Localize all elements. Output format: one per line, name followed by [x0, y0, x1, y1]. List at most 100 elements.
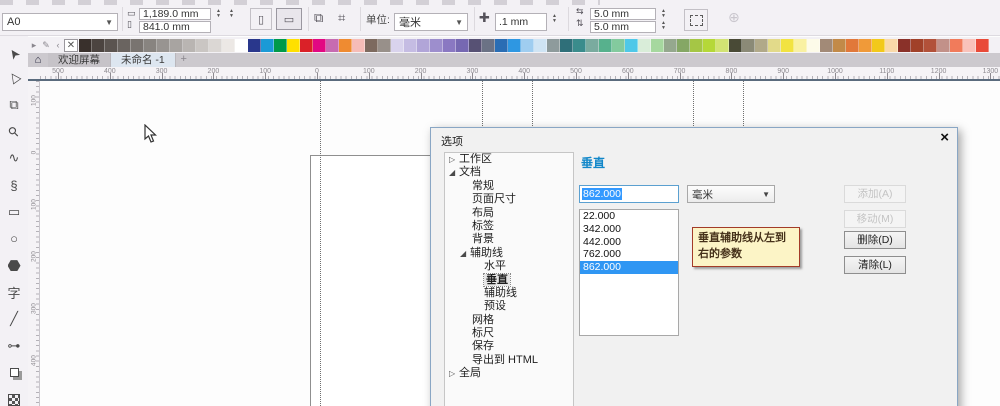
palette-swatch[interactable]	[924, 38, 937, 52]
tree-item-布局[interactable]: 布局	[445, 207, 573, 220]
palette-swatch[interactable]	[92, 38, 105, 52]
tree-item-标尺[interactable]: 标尺	[445, 327, 573, 340]
horizontal-ruler[interactable]: 500 400 300 200 100 0 100 200 300 400 500 600 700 800…	[40, 67, 1000, 81]
palette-swatch[interactable]	[170, 38, 183, 52]
palette-swatch[interactable]	[261, 38, 274, 52]
home-icon[interactable]: ⌂	[28, 53, 48, 67]
palette-swatch[interactable]	[586, 38, 599, 52]
guideline-position-input[interactable]: 862.000	[579, 185, 679, 203]
palette-swatch[interactable]	[625, 38, 638, 52]
crop-tool[interactable]: ⧉	[3, 94, 25, 116]
guideline-list-item[interactable]: 862.000	[580, 261, 678, 274]
palette-swatch[interactable]	[300, 38, 313, 52]
current-page-icon[interactable]: ⌗	[338, 10, 345, 26]
palette-swatch[interactable]	[859, 38, 872, 52]
nudge-spinner[interactable]: ▲ ▼	[549, 14, 560, 24]
page-preset-combo[interactable]: A0 ▼	[2, 13, 118, 31]
shape-tool[interactable]: ▷	[3, 67, 25, 89]
palette-edit-icon[interactable]: ✎	[40, 40, 52, 51]
palette-swatch[interactable]	[547, 38, 560, 52]
tree-item-预设[interactable]: 预设	[445, 300, 573, 313]
tree-item-全局[interactable]: ▷ 全局	[445, 367, 573, 380]
palette-swatch[interactable]	[287, 38, 300, 52]
palette-swatch[interactable]	[781, 38, 794, 52]
guideline-list-item[interactable]: 442.000	[580, 236, 678, 249]
palette-swatch[interactable]	[248, 38, 261, 52]
nudge-field[interactable]: .1 mm	[495, 13, 547, 31]
duplicate-x-field[interactable]: 5.0 mm	[590, 8, 656, 20]
polygon-tool[interactable]	[3, 255, 25, 277]
close-icon[interactable]: ×	[940, 130, 949, 146]
palette-swatch[interactable]	[820, 38, 833, 52]
palette-swatch[interactable]	[196, 38, 209, 52]
palette-swatch[interactable]	[638, 38, 651, 52]
palette-swatch[interactable]	[690, 38, 703, 52]
palette-swatch[interactable]	[495, 38, 508, 52]
palette-swatch[interactable]	[599, 38, 612, 52]
guideline-unit-combo[interactable]: 毫米 ▼	[687, 185, 775, 203]
no-color-swatch[interactable]: ✕	[64, 38, 78, 52]
palette-swatch[interactable]	[937, 38, 950, 52]
palette-swatch[interactable]	[482, 38, 495, 52]
palette-swatch[interactable]	[703, 38, 716, 52]
portrait-button[interactable]: ▯	[250, 8, 272, 30]
palette-swatch[interactable]	[209, 38, 222, 52]
palette-swatch[interactable]	[118, 38, 131, 52]
vertical-ruler[interactable]: 100 0 100 200 300 400	[28, 81, 40, 406]
clear-button[interactable]: 清除(L)	[844, 256, 906, 274]
palette-swatch[interactable]	[508, 38, 521, 52]
palette-swatch[interactable]	[885, 38, 898, 52]
freehand-tool[interactable]: ∿	[3, 147, 25, 169]
palette-swatch[interactable]	[872, 38, 885, 52]
tree-item-垂直[interactable]: 垂直	[445, 272, 573, 287]
palette-swatch[interactable]	[976, 38, 989, 52]
palette-swatch[interactable]	[404, 38, 417, 52]
palette-swatch[interactable]	[664, 38, 677, 52]
palette-swatch[interactable]	[560, 38, 573, 52]
guideline-list[interactable]: 22.000 342.000 442.000 762.000 862.000	[579, 209, 679, 336]
palette-swatch[interactable]	[534, 38, 547, 52]
palette-swatch[interactable]	[833, 38, 846, 52]
guideline-list-item[interactable]: 762.000	[580, 248, 678, 261]
palette-swatch[interactable]	[105, 38, 118, 52]
units-combo[interactable]: 毫米 ▼	[394, 13, 468, 31]
tree-expander-icon[interactable]: ◢	[460, 247, 470, 260]
landscape-button[interactable]: ▭	[276, 8, 302, 30]
tab-welcome-screen[interactable]: 欢迎屏幕	[48, 53, 111, 67]
text-tool[interactable]: 字	[3, 281, 25, 303]
palette-swatch[interactable]	[235, 38, 248, 52]
vertical-guideline[interactable]	[320, 81, 321, 406]
tree-item-工作区[interactable]: ▷ 工作区	[445, 153, 573, 166]
delete-button[interactable]: 删除(D)	[844, 231, 906, 249]
palette-swatch[interactable]	[339, 38, 352, 52]
tree-item-辅助线[interactable]: 辅助线	[445, 287, 573, 300]
pick-tool[interactable]: ➤	[3, 43, 25, 65]
page-height-field[interactable]: 841.0 mm	[139, 21, 211, 33]
palette-swatch[interactable]	[950, 38, 963, 52]
dimension-tool[interactable]: ╱	[3, 308, 25, 330]
guideline-list-item[interactable]: 342.000	[580, 223, 678, 236]
palette-swatch[interactable]	[222, 38, 235, 52]
tree-item-辅助线[interactable]: ◢ 辅助线	[445, 247, 573, 260]
tree-item-页面尺寸[interactable]: 页面尺寸	[445, 193, 573, 206]
duplicate-y-spinner[interactable]: ▲ ▼	[658, 21, 669, 31]
palette-swatch[interactable]	[911, 38, 924, 52]
ellipse-tool[interactable]: ○	[3, 228, 25, 250]
tab-untitled-document[interactable]: 未命名 -1	[111, 53, 176, 67]
palette-swatch[interactable]	[612, 38, 625, 52]
palette-swatch[interactable]	[469, 38, 482, 52]
connector-tool[interactable]: ⊶	[3, 335, 25, 357]
palette-back-icon[interactable]: ‹	[52, 40, 64, 50]
new-tab-button[interactable]: +	[176, 53, 192, 67]
palette-swatch[interactable]	[846, 38, 859, 52]
palette-swatch[interactable]	[313, 38, 326, 52]
palette-swatch[interactable]	[898, 38, 911, 52]
width-spinner[interactable]: ▲ ▼	[213, 9, 224, 19]
palette-swatch[interactable]	[131, 38, 144, 52]
tree-item-导出到 HTML[interactable]: 导出到 HTML	[445, 354, 573, 367]
all-pages-icon[interactable]: ⧉	[314, 10, 323, 26]
palette-scroll-icon[interactable]: ▸	[28, 40, 40, 51]
guideline-list-item[interactable]: 22.000	[580, 210, 678, 223]
palette-swatch[interactable]	[716, 38, 729, 52]
tree-item-常规[interactable]: 常规	[445, 180, 573, 193]
